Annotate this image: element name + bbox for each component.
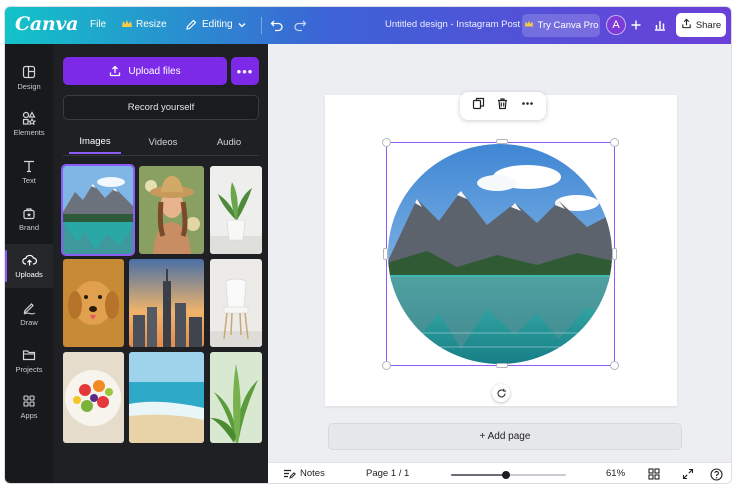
- resize-handle-top-right[interactable]: [610, 138, 619, 147]
- notes-label[interactable]: Notes: [300, 468, 325, 479]
- canva-logo[interactable]: Canva: [15, 13, 78, 35]
- rail-item-draw[interactable]: Draw: [5, 292, 53, 336]
- rail-label: Projects: [15, 365, 43, 374]
- uploads-panel: Upload files ••• Record yourself Images …: [53, 44, 268, 483]
- resize-handle-bottom-right[interactable]: [610, 361, 619, 370]
- more-options-button[interactable]: •••: [231, 57, 259, 85]
- divider: [261, 17, 262, 34]
- zoom-slider[interactable]: [451, 471, 566, 479]
- try-canva-pro-label: Try Canva Pro: [537, 20, 599, 31]
- apps-icon: [23, 395, 35, 407]
- trash-icon[interactable]: [496, 97, 509, 115]
- chevron-down-icon[interactable]: [234, 17, 250, 33]
- cloud-upload-icon: [21, 254, 37, 266]
- avatar[interactable]: A: [606, 15, 626, 35]
- add-page-button[interactable]: + Add page: [328, 423, 682, 450]
- tab-audio[interactable]: Audio: [203, 130, 255, 154]
- rail-item-text[interactable]: Text: [5, 150, 53, 194]
- rail-item-uploads[interactable]: Uploads: [5, 244, 53, 288]
- resize-handle-bottom-left[interactable]: [382, 361, 391, 370]
- share-label: Share: [695, 19, 722, 31]
- copy-style-icon[interactable]: [472, 97, 485, 115]
- brand-icon: [23, 208, 35, 220]
- element-toolbar: [460, 92, 546, 120]
- record-yourself-button[interactable]: Record yourself: [63, 95, 259, 120]
- upload-files-label: Upload files: [128, 65, 181, 77]
- rail-item-brand[interactable]: Brand: [5, 197, 53, 241]
- selection-frame: [386, 142, 615, 366]
- layout-icon: [22, 65, 36, 79]
- upload-thumbnail-white-chair[interactable]: [210, 259, 262, 347]
- upload-thumbnail-woman-hat[interactable]: [139, 166, 204, 254]
- design-title[interactable]: Untitled design - Instagram Post: [385, 19, 520, 30]
- upload-thumbnail-city-skyline[interactable]: [129, 259, 204, 347]
- pen-icon: [23, 303, 36, 315]
- share-button[interactable]: Share: [676, 13, 726, 37]
- upload-thumbnail-lake-mountains[interactable]: [61, 164, 135, 256]
- help-icon[interactable]: [709, 467, 723, 481]
- rail-item-apps[interactable]: Apps: [5, 385, 53, 429]
- undo-icon[interactable]: [269, 17, 285, 33]
- resize-handle-right[interactable]: [612, 248, 617, 260]
- tabs-divider: [63, 155, 259, 156]
- canva-window: Canva File Resize Editing Untitled desig…: [4, 6, 732, 484]
- rail-item-elements[interactable]: Elements: [5, 102, 53, 146]
- upload-thumbnail-golden-retriever[interactable]: [63, 259, 124, 347]
- rail-label: Text: [22, 176, 36, 185]
- resize-handle-top[interactable]: [496, 139, 508, 144]
- zoom-slider-knob[interactable]: [502, 471, 511, 479]
- resize-menu[interactable]: Resize: [136, 19, 167, 30]
- upload-thumbnail-beach[interactable]: [129, 352, 204, 443]
- insights-chart-icon[interactable]: [652, 17, 668, 33]
- upload-files-button[interactable]: Upload files: [63, 57, 227, 85]
- rotate-handle[interactable]: [492, 384, 510, 402]
- notes-icon[interactable]: [282, 467, 296, 481]
- zoom-level[interactable]: 61%: [606, 468, 625, 479]
- rail-item-design[interactable]: Design: [5, 56, 53, 100]
- grid-view-icon[interactable]: [647, 467, 661, 481]
- bottom-bar: Notes Page 1 / 1 61%: [268, 462, 731, 483]
- plus-icon[interactable]: [628, 17, 644, 33]
- more-options-icon[interactable]: [521, 97, 534, 115]
- top-bar: Canva File Resize Editing Untitled desig…: [5, 7, 731, 44]
- zoom-slider-fill: [451, 474, 507, 476]
- pencil-icon: [183, 17, 199, 33]
- rail-label: Uploads: [15, 270, 43, 279]
- crown-icon: [524, 19, 534, 32]
- try-canva-pro-button[interactable]: Try Canva Pro: [522, 14, 600, 37]
- resize-handle-left[interactable]: [383, 248, 388, 260]
- page-indicator[interactable]: Page 1 / 1: [366, 468, 409, 479]
- shapes-icon: [22, 111, 36, 125]
- left-rail: Design Elements Text Brand Uploads Draw …: [5, 44, 53, 483]
- upload-thumbnail-fruit-bowl[interactable]: [63, 352, 124, 443]
- editing-mode-dropdown[interactable]: Editing: [202, 19, 233, 30]
- tab-videos[interactable]: Videos: [137, 130, 189, 154]
- rail-label: Draw: [20, 318, 38, 327]
- redo-icon[interactable]: [292, 17, 308, 33]
- resize-handle-bottom[interactable]: [496, 363, 508, 368]
- upload-thumbnail-potted-plant[interactable]: [210, 166, 262, 254]
- rail-label: Apps: [20, 411, 38, 420]
- rail-item-projects[interactable]: Projects: [5, 339, 53, 383]
- file-menu[interactable]: File: [90, 19, 106, 30]
- upload-icon: [110, 65, 121, 77]
- rail-label: Brand: [18, 223, 39, 232]
- rotate-icon: [497, 388, 506, 397]
- rail-label: Design: [17, 82, 41, 91]
- rail-label: Elements: [13, 128, 45, 137]
- share-upload-icon: [681, 18, 692, 32]
- tab-images[interactable]: Images: [69, 130, 121, 154]
- text-icon: [24, 160, 34, 173]
- folder-icon: [22, 350, 36, 361]
- upload-thumbnail-green-plant[interactable]: [210, 352, 262, 443]
- fullscreen-icon[interactable]: [681, 467, 695, 481]
- crown-icon: [121, 18, 133, 30]
- resize-handle-top-left[interactable]: [382, 138, 391, 147]
